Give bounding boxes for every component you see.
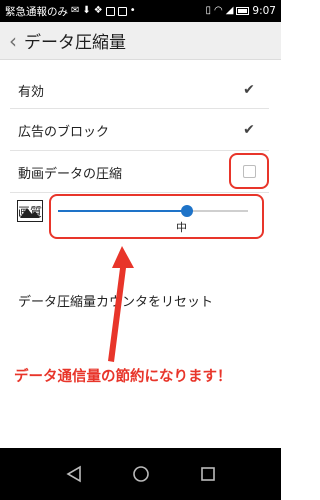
status-bar: 緊急通報のみ ✉ ⬇ ❖ • ▯ ◠ ◢ 9:07 <box>0 0 281 22</box>
adblock-checkbox[interactable]: ✔ <box>242 123 256 137</box>
signal-icon: ◢ <box>225 5 234 16</box>
divider <box>10 192 269 193</box>
page-title: データ圧縮量 <box>24 33 126 53</box>
image-quality-icon <box>17 200 43 222</box>
mail-icon: ✉ <box>71 5 80 16</box>
reset-counter-row[interactable]: データ圧縮量カウンタをリセット <box>0 283 281 317</box>
adblock-label: 広告のブロック <box>18 124 110 140</box>
more-notifications-icon: • <box>129 5 136 16</box>
setting-row-adblock[interactable]: 広告のブロック ✔ <box>0 112 281 148</box>
highlight-video-compress <box>229 153 269 189</box>
home-nav-icon[interactable] <box>129 462 153 486</box>
divider <box>10 150 269 151</box>
sim-icon: ▯ <box>205 5 211 16</box>
recents-nav-icon[interactable] <box>196 462 220 486</box>
app-notification-icon <box>117 6 127 16</box>
divider <box>10 108 269 109</box>
battery-icon <box>236 7 250 15</box>
enabled-label: 有効 <box>18 84 45 100</box>
setting-row-enabled[interactable]: 有効 ✔ <box>0 72 281 108</box>
back-nav-icon[interactable] <box>62 462 86 486</box>
carrier-status-text: 緊急通報のみ <box>5 5 68 18</box>
image-notification-icon <box>105 6 115 16</box>
app-bar: ‹ データ圧縮量 <box>0 22 281 60</box>
download-icon: ⬇ <box>82 5 91 16</box>
navigation-bar <box>0 448 281 500</box>
clock: 9:07 <box>252 5 276 17</box>
back-arrow-icon[interactable]: ‹ <box>4 31 22 51</box>
enabled-checkbox[interactable]: ✔ <box>242 83 256 97</box>
annotation-text: データ通信量の節約になります！ <box>14 369 232 385</box>
highlight-quality-slider <box>49 194 264 239</box>
annotation-arrow <box>100 240 140 365</box>
wifi-icon: ◠ <box>213 5 223 16</box>
dropbox-icon: ❖ <box>93 5 103 16</box>
video-compress-label: 動画データの圧縮 <box>18 166 123 182</box>
